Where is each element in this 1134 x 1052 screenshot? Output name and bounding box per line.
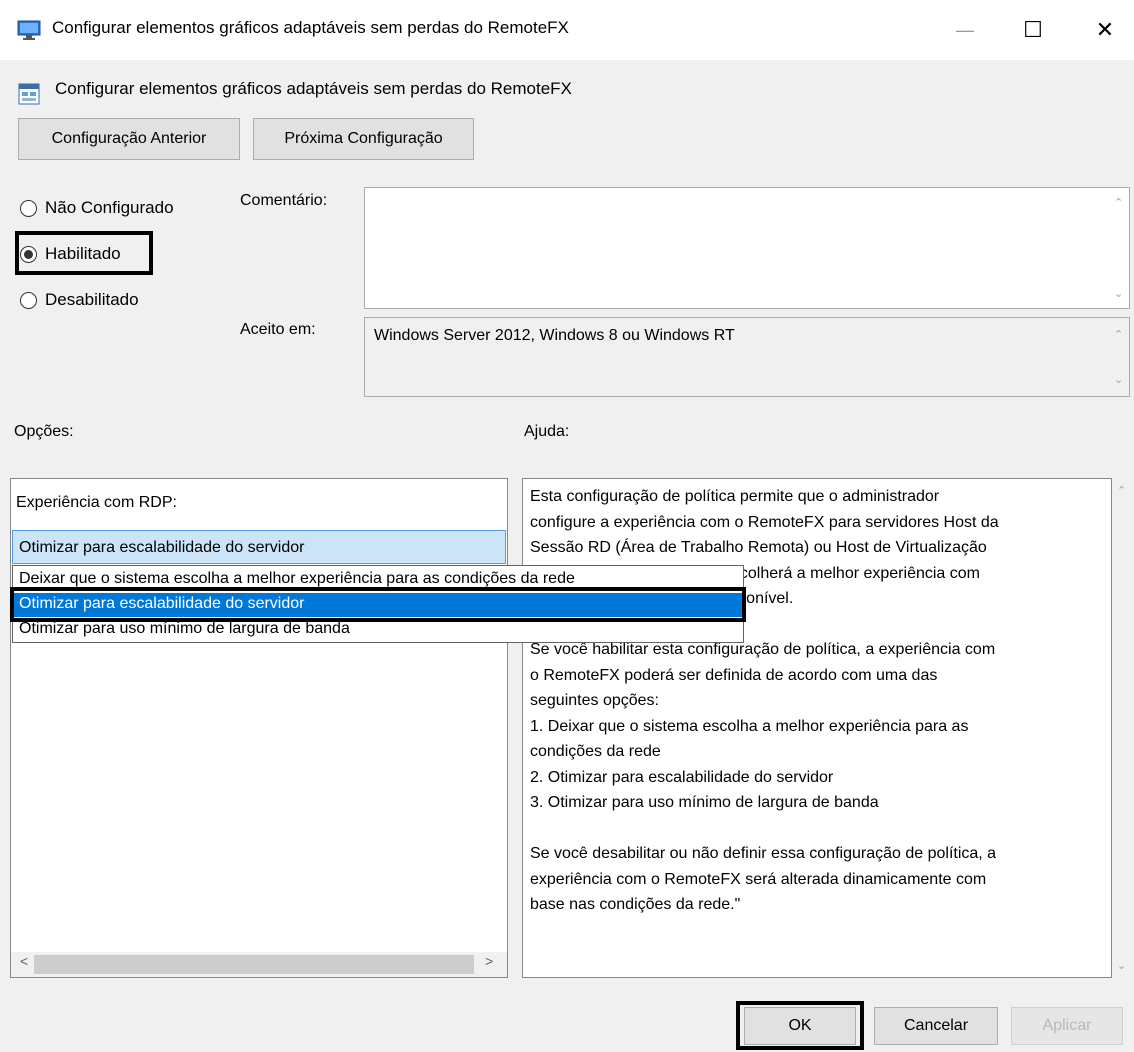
maximize-button[interactable]: ☐ (1010, 10, 1056, 50)
scroll-down-icon[interactable]: ⌄ (1114, 287, 1123, 300)
comment-scrollbar[interactable]: ⌃ ⌄ (1111, 188, 1129, 308)
policy-title: Configurar elementos gráficos adaptáveis… (55, 79, 572, 98)
help-heading: Ajuda: (524, 423, 570, 440)
radio-circle[interactable] (20, 199, 37, 217)
close-button[interactable]: ✕ (1082, 10, 1128, 50)
radio-not-configured[interactable]: Não Configurado (20, 193, 174, 223)
ok-button[interactable]: OK (744, 1007, 856, 1045)
scroll-down-icon[interactable]: ⌄ (1114, 373, 1123, 386)
policy-setting-icon (18, 83, 40, 105)
help-text: Esta configuração de política permite qu… (530, 488, 999, 913)
scroll-up-icon[interactable]: ⌃ (1117, 484, 1126, 497)
radio-label: Não Configurado (45, 198, 174, 217)
cancel-button[interactable]: Cancelar (874, 1007, 998, 1045)
help-scrollbar[interactable]: ⌃ ⌄ (1114, 478, 1132, 978)
window-title: Configurar elementos gráficos adaptáveis… (52, 18, 569, 37)
supported-scrollbar[interactable]: ⌃ ⌄ (1111, 318, 1129, 396)
radio-enabled[interactable]: Habilitado (20, 239, 121, 269)
comment-label: Comentário: (240, 192, 328, 209)
scroll-right-icon[interactable]: > (485, 953, 493, 969)
radio-label: Habilitado (45, 244, 121, 263)
supported-field: Windows Server 2012, Windows 8 ou Window… (364, 317, 1130, 397)
rdp-experience-label: Experiência com RDP: (16, 494, 177, 511)
scroll-left-icon[interactable]: < (20, 953, 28, 969)
comment-textarea[interactable]: ⌃ ⌄ (364, 187, 1130, 309)
radio-circle[interactable] (20, 245, 37, 263)
radio-disabled[interactable]: Desabilitado (20, 285, 139, 315)
supported-label: Aceito em: (240, 321, 316, 338)
radio-circle[interactable] (20, 291, 37, 309)
radio-label: Desabilitado (45, 290, 139, 309)
apply-button[interactable]: Aplicar (1011, 1007, 1123, 1045)
previous-setting-button[interactable]: Configuração Anterior (18, 118, 240, 160)
scroll-up-icon[interactable]: ⌃ (1114, 196, 1123, 209)
rdp-experience-combobox[interactable]: Otimizar para escalabilidade do servidor (12, 530, 506, 564)
scrollbar-thumb[interactable] (34, 955, 474, 974)
remote-desktop-icon (17, 20, 41, 40)
scroll-down-icon[interactable]: ⌄ (1117, 959, 1126, 972)
minimize-button[interactable]: — (942, 10, 988, 50)
options-heading: Opções: (14, 423, 74, 440)
supported-value: Windows Server 2012, Windows 8 ou Window… (374, 327, 735, 344)
highlight-outline (10, 587, 746, 622)
next-setting-button[interactable]: Próxima Configuração (253, 118, 474, 160)
scroll-up-icon[interactable]: ⌃ (1114, 328, 1123, 341)
